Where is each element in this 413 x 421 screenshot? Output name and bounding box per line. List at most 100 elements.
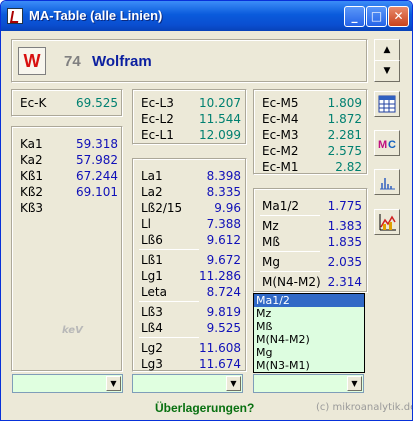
table-button[interactable] <box>374 91 400 117</box>
line-value: 9.96 <box>214 201 241 215</box>
line-value: 9.672 <box>206 253 241 267</box>
chevron-down-icon[interactable]: ▼ <box>347 376 362 391</box>
scroll-up-button[interactable]: ▲ <box>374 39 400 61</box>
line-row: Ma1/2 1.775 <box>262 198 362 214</box>
line-value: 11.674 <box>199 357 241 371</box>
dropdown-option[interactable]: M(N4-M2) <box>254 333 364 346</box>
m-line-select[interactable]: ▼ <box>253 374 364 393</box>
arrow-up-icon: ▲ <box>383 45 391 55</box>
separator <box>139 249 199 250</box>
line-label: La1 <box>141 169 163 183</box>
line-row: Ec-M4 1.872 <box>262 111 362 127</box>
element-name: Wolfram <box>92 53 152 70</box>
line-value: 1.383 <box>327 219 362 233</box>
line-row: Mg 2.035 <box>262 254 362 270</box>
dropdown-option[interactable]: Mß <box>254 320 364 333</box>
dropdown-option[interactable]: Mg <box>254 346 364 359</box>
line-label: Lg3 <box>141 357 163 371</box>
line-value: 11.608 <box>199 341 241 355</box>
line-row: Mz 1.383 <box>262 218 362 234</box>
chevron-down-icon[interactable]: ▼ <box>226 376 241 391</box>
line-value: 9.612 <box>206 233 241 247</box>
line-label: La2 <box>141 185 163 199</box>
line-value: 67.244 <box>76 169 118 183</box>
line-label: Lß1 <box>141 253 163 267</box>
line-label: Lß6 <box>141 233 163 247</box>
line-label: Leta <box>141 285 167 299</box>
app-window: MA-Table (alle Linien) _ □ ✕ W 74 Wolfra… <box>0 0 413 421</box>
line-value: 2.575 <box>327 144 362 158</box>
line-value: 1.809 <box>327 96 362 110</box>
line-row: Kß2 69.101 <box>20 184 118 200</box>
window-title: MA-Table (alle Linien) <box>29 8 163 23</box>
spectrum-button[interactable] <box>374 169 400 195</box>
line-label: Ec-M2 <box>262 144 299 158</box>
dropdown-option[interactable]: Ma1/2 <box>254 294 364 307</box>
line-row: Kß3 <box>20 200 118 216</box>
k-line-select[interactable]: ▼ <box>12 374 123 393</box>
l-line-select[interactable]: ▼ <box>132 374 243 393</box>
line-label: Ec-M4 <box>262 112 299 126</box>
line-value: 8.335 <box>206 185 241 199</box>
line-value: 11.286 <box>199 269 241 283</box>
line-label: Ec-M1 <box>262 160 299 174</box>
arrow-down-icon: ▼ <box>383 66 391 76</box>
title-bar[interactable]: MA-Table (alle Linien) _ □ ✕ <box>1 1 412 31</box>
footer: Überlagerungen? (c) mikroanalytik.de <box>4 401 412 417</box>
l-edges-box: Ec-L3 10.207 Ec-L2 11.544 Ec-L1 12.099 <box>132 89 247 145</box>
chevron-down-icon[interactable]: ▼ <box>106 376 121 391</box>
line-label: Ec-M3 <box>262 128 299 142</box>
minimize-button[interactable]: _ <box>344 6 365 27</box>
element-symbol[interactable]: W <box>18 47 46 75</box>
line-row: Ec-L2 11.544 <box>141 111 241 127</box>
line-row: M(N4-M2) 2.314 <box>262 274 362 290</box>
line-label: Mß <box>262 235 280 249</box>
k-edge-value: 69.525 <box>76 96 118 110</box>
k-edge-box: Ec-K 69.525 <box>11 89 123 117</box>
client-area: W 74 Wolfram Ec-K 69.525 Ka1 59.318 Ka2 57.… <box>4 31 412 419</box>
line-row: Ka2 57.982 <box>20 152 118 168</box>
line-label: M(N4-M2) <box>262 275 321 289</box>
l-lines-box: La1 8.398 La2 8.335 Lß2/15 9.96 Ll 7.388 Lß6 9.61… <box>132 158 247 372</box>
line-row: Ec-L3 10.207 <box>141 95 241 111</box>
chart-icon <box>379 214 396 231</box>
line-row: Lß6 9.612 <box>141 232 241 248</box>
dropdown-option[interactable]: M(N3-M1) <box>254 359 364 372</box>
chart-button[interactable] <box>374 209 400 235</box>
line-label: Kß2 <box>20 185 44 199</box>
line-row: Lß2/15 9.96 <box>141 200 241 216</box>
line-row: Mß 1.835 <box>262 234 362 250</box>
close-button[interactable]: ✕ <box>388 6 409 27</box>
line-row: Ec-M3 2.281 <box>262 127 362 143</box>
line-select-dropdown[interactable]: Ma1/2 Mz Mß M(N4-M2) Mg M(N3-M1) <box>253 293 365 373</box>
line-label: Lg1 <box>141 269 163 283</box>
line-value: 1.835 <box>327 235 362 249</box>
separator <box>260 215 320 216</box>
line-row: Ka1 59.318 <box>20 136 118 152</box>
m-edges-box: Ec-M5 1.809 Ec-M4 1.872 Ec-M3 2.281 Ec-M2 2.575… <box>253 89 368 175</box>
dropdown-option[interactable]: Mz <box>254 307 364 320</box>
separator <box>260 271 320 272</box>
line-value: 1.872 <box>327 112 362 126</box>
overlap-link[interactable]: Überlagerungen? <box>155 401 254 415</box>
line-value: 12.099 <box>199 128 241 142</box>
maximize-button[interactable]: □ <box>366 6 387 27</box>
line-label: Ma1/2 <box>262 199 300 213</box>
line-value: 69.101 <box>76 185 118 199</box>
line-row: Lg2 11.608 <box>141 340 241 356</box>
line-row: Ll 7.388 <box>141 216 241 232</box>
separator <box>260 251 320 252</box>
separator <box>139 301 199 302</box>
line-row: La2 8.335 <box>141 184 241 200</box>
line-label: Kß3 <box>20 201 44 215</box>
mc-button[interactable]: M C <box>374 130 400 156</box>
table-icon <box>378 95 396 113</box>
line-row: Ec-M1 2.82 <box>262 159 362 175</box>
app-icon <box>7 8 23 24</box>
line-row: Leta 8.724 <box>141 284 241 300</box>
line-value: 2.035 <box>327 255 362 269</box>
line-row: Lg1 11.286 <box>141 268 241 284</box>
mc-icon: M C <box>378 139 396 151</box>
line-label: Lß3 <box>141 305 163 319</box>
scroll-down-button[interactable]: ▼ <box>374 60 400 82</box>
